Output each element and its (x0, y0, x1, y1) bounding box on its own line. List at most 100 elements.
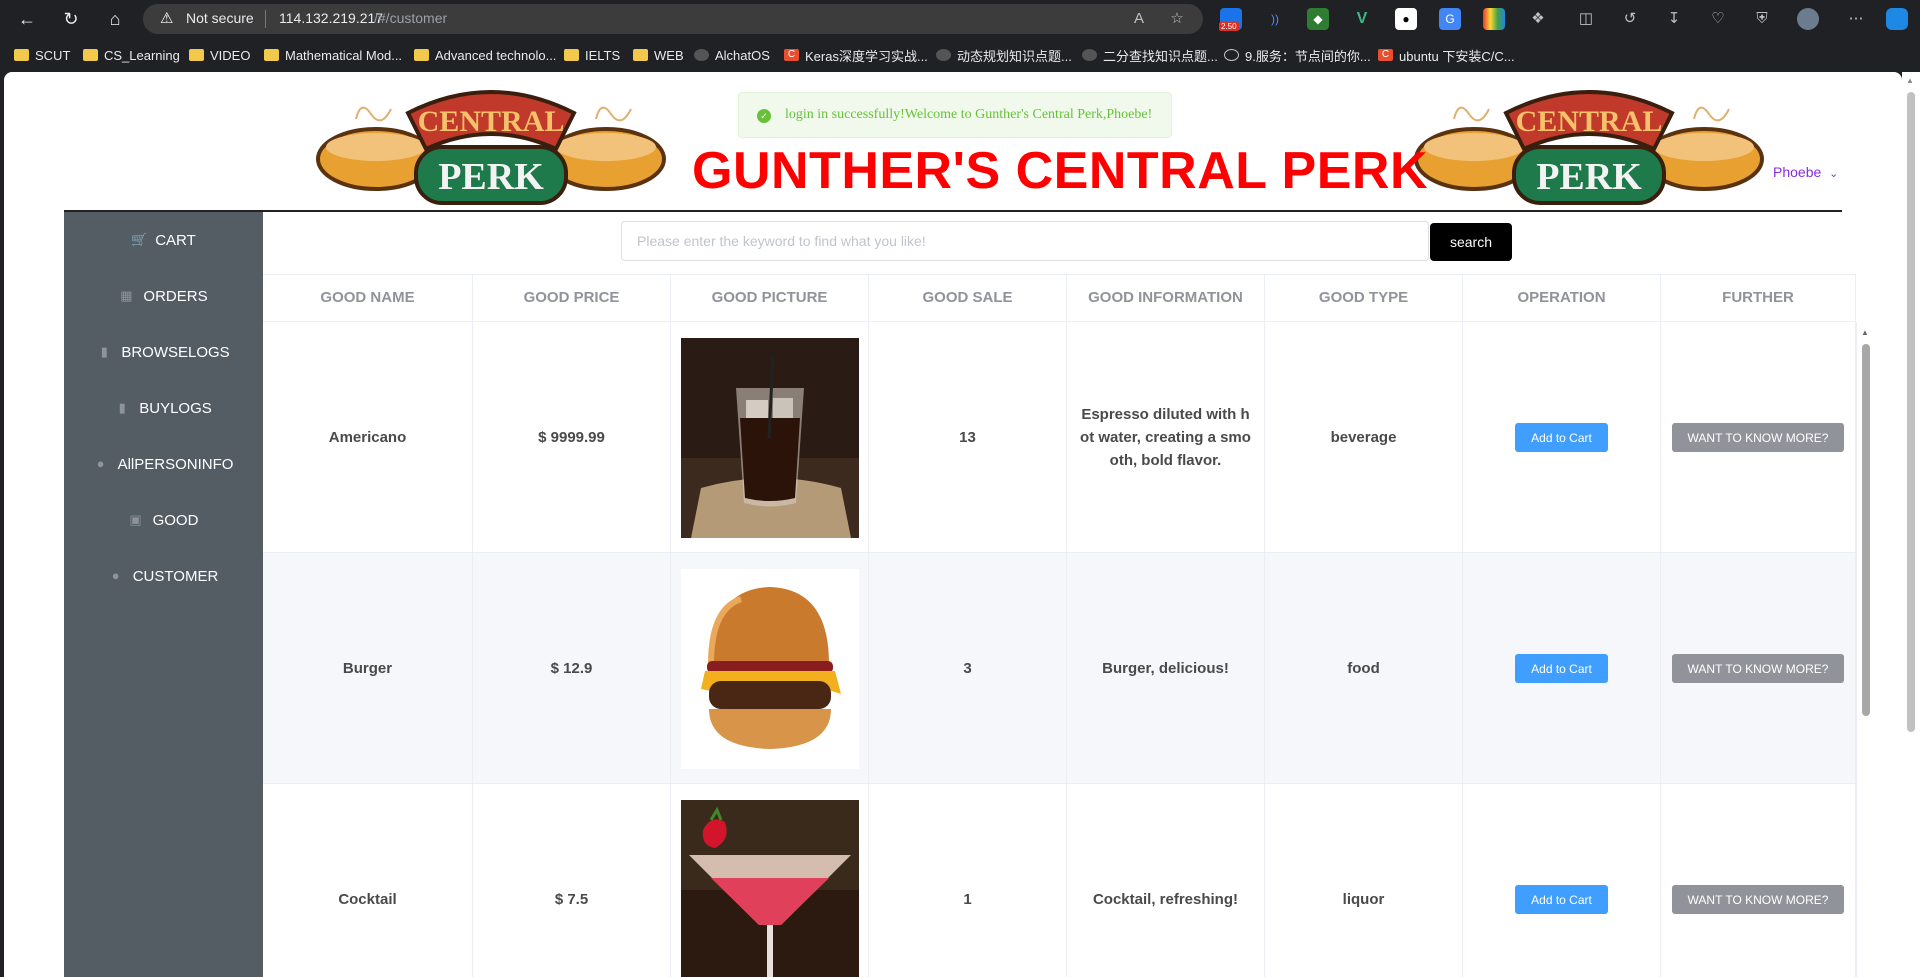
green-leaf-extension-icon[interactable]: ◆ (1307, 8, 1329, 30)
search-input[interactable] (621, 221, 1429, 261)
good-type: food (1265, 553, 1463, 784)
shield-check-icon[interactable]: ⛨ (1751, 8, 1773, 30)
want-to-know-more-button[interactable]: WANT TO KNOW MORE? (1672, 423, 1844, 452)
good-information: Espresso diluted with hot water, creatin… (1067, 322, 1265, 553)
operation-cell: Add to Cart (1463, 553, 1661, 784)
logo-top-text: CENTRAL (1516, 105, 1663, 138)
logo-top-text: CENTRAL (418, 105, 565, 138)
back-icon[interactable]: ← (14, 6, 40, 32)
bookmark-item[interactable]: C Keras深度学习实战... (784, 46, 928, 64)
extensions-puzzle-icon[interactable]: ❖ (1527, 8, 1549, 30)
table-scrollbar[interactable]: ▲ (1856, 322, 1874, 977)
table-row: Americano $ 9999.99 13 Espresso diluted … (263, 322, 1856, 553)
bookmark-item[interactable]: Mathematical Mod... (264, 46, 402, 64)
central-perk-logo: CENTRAL PERK (316, 90, 666, 205)
scroll-up-arrow-icon[interactable]: ▲ (1861, 328, 1869, 337)
bar-chart-icon: ▮ (100, 344, 108, 359)
header-divider (64, 210, 1842, 212)
bookmark-item[interactable]: VIDEO (189, 46, 250, 64)
security-label[interactable]: Not secure (186, 10, 254, 26)
bar-chart-icon: ▮ (118, 400, 126, 415)
bookmark-item[interactable]: IELTS (564, 46, 620, 64)
want-to-know-more-button[interactable]: WANT TO KNOW MORE? (1672, 654, 1844, 683)
bookmark-item[interactable]: WEB (633, 46, 684, 64)
good-sale: 13 (869, 322, 1067, 553)
good-type: beverage (1265, 322, 1463, 553)
further-cell: WANT TO KNOW MORE? (1661, 784, 1856, 977)
column-header: OPERATION (1463, 275, 1661, 323)
bookmark-item[interactable]: Cubuntu 下安装C/C... (1378, 46, 1515, 64)
folder-icon (83, 49, 98, 61)
sidebar-item-customer[interactable]: ● CUSTOMER (64, 548, 263, 604)
cocktail-photo (680, 799, 859, 977)
operation-cell: Add to Cart (1463, 322, 1661, 553)
profile-avatar-icon[interactable] (1797, 8, 1819, 30)
scroll-up-arrow-icon[interactable]: ▲ (1906, 76, 1914, 85)
favorite-star-icon[interactable]: ☆ (1166, 8, 1188, 30)
bookmarks-bar: SCUT CS_Learning VIDEO Mathematical Mod.… (0, 38, 1920, 72)
sidebar-item-browselogs[interactable]: ▮ BROWSELOGS (64, 324, 263, 380)
vue-devtools-icon[interactable]: V (1351, 8, 1373, 30)
bookmark-item[interactable]: CS_Learning (83, 46, 180, 64)
warning-icon[interactable]: ⚠ (160, 9, 180, 29)
folder-icon (414, 49, 429, 61)
column-header: GOOD SALE (869, 275, 1067, 323)
bookmark-item[interactable]: 动态规划知识点题... (936, 46, 1072, 64)
split-screen-icon[interactable]: ◫ (1575, 8, 1597, 30)
sidebar-item-good[interactable]: ▣ GOOD (64, 492, 263, 548)
column-header: GOOD NAME (263, 275, 473, 323)
search-button[interactable]: search (1430, 223, 1512, 261)
check-circle-icon: ✓ (757, 109, 771, 123)
iced-americano-photo (680, 337, 859, 538)
bookmark-item[interactable]: AlchatOS (694, 46, 770, 64)
more-menu-icon[interactable]: ⋯ (1845, 8, 1867, 30)
user-dropdown[interactable]: Phoebe ⌄ (1773, 164, 1838, 180)
good-name: Americano (263, 322, 473, 553)
bookmark-item[interactable]: Advanced technolo... (414, 46, 556, 64)
read-aloud-icon[interactable]: A​ (1128, 8, 1150, 30)
history-icon[interactable]: ↺ (1619, 8, 1641, 30)
chevron-down-icon: ⌄ (1829, 168, 1839, 180)
add-to-cart-button[interactable]: Add to Cart (1515, 654, 1608, 683)
home-icon[interactable]: ⌂ (102, 6, 128, 32)
bag-icon: ▣ (129, 512, 142, 527)
sidebar-item-orders[interactable]: ▦ ORDERS (64, 268, 263, 324)
want-to-know-more-button[interactable]: WANT TO KNOW MORE? (1672, 885, 1844, 914)
user-icon: ● (96, 456, 105, 471)
copilot-icon[interactable] (1886, 8, 1908, 30)
bookmark-item[interactable]: 二分查找知识点题... (1082, 46, 1218, 64)
page-scrollbar[interactable]: ▲ (1902, 72, 1920, 977)
wave-extension-icon[interactable]: )) (1264, 8, 1286, 30)
color-extension-icon[interactable] (1483, 8, 1505, 30)
url-path[interactable]: /#/customer (374, 10, 447, 26)
operation-cell: Add to Cart (1463, 784, 1661, 977)
table-scroll-thumb[interactable] (1862, 344, 1870, 716)
table-header: GOOD NAME GOOD PRICE GOOD PICTURE GOOD S… (263, 274, 1856, 323)
good-sale: 1 (869, 784, 1067, 977)
url-divider (265, 10, 266, 28)
sidebar-item-buylogs[interactable]: ▮ BUYLOGS (64, 380, 263, 436)
add-to-cart-button[interactable]: Add to Cart (1515, 423, 1608, 452)
download-icon[interactable]: ↧ (1663, 8, 1685, 30)
good-information: Cocktail, refreshing! (1067, 784, 1265, 977)
csdn-icon: C (784, 49, 799, 61)
page-scroll-thumb[interactable] (1907, 92, 1915, 732)
browser-toolbar: ← ↻ ⌂ ⚠ Not secure 114.132.219.217 /#/cu… (0, 0, 1920, 38)
reload-icon[interactable]: ↻ (58, 6, 84, 32)
success-toast: ✓ login in successfully!Welcome to Gunth… (738, 92, 1172, 138)
bookmark-item[interactable]: SCUT (14, 46, 70, 64)
bookmark-item[interactable]: 9.服务：节点间的你... (1224, 46, 1371, 64)
logo-bottom-text: PERK (1536, 156, 1642, 198)
media-extension-icon[interactable]: ● (1395, 8, 1417, 30)
heart-health-icon[interactable]: ♡ (1707, 8, 1729, 30)
sidebar-item-allpersoninfo[interactable]: ● AllPERSONINFO (64, 436, 263, 492)
column-header: GOOD PICTURE (671, 275, 869, 323)
add-to-cart-button[interactable]: Add to Cart (1515, 885, 1608, 914)
sidebar-item-cart[interactable]: 🛒 CART (64, 212, 263, 268)
translate-icon[interactable]: G (1439, 8, 1461, 30)
folder-icon (633, 49, 648, 61)
column-header: FURTHER (1661, 275, 1856, 323)
folder-icon (264, 49, 279, 61)
url-host[interactable]: 114.132.219.217 (279, 10, 383, 26)
central-perk-logo: CENTRAL PERK (1414, 90, 1764, 205)
